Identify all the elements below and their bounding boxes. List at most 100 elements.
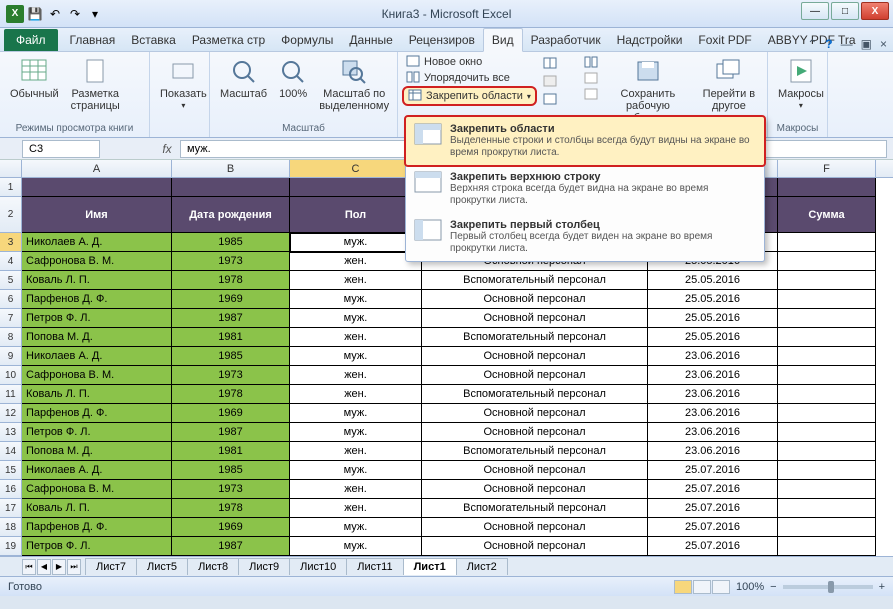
row-header[interactable]: 14 xyxy=(0,442,22,461)
sex-cell[interactable]: жен. xyxy=(290,499,422,518)
name-cell[interactable]: Сафронова В. М. xyxy=(22,252,172,271)
date-cell[interactable]: 23.06.2016 xyxy=(648,423,778,442)
file-tab[interactable]: Файл xyxy=(4,29,58,51)
tab-view[interactable]: Вид xyxy=(483,28,523,52)
name-cell[interactable]: Петров Ф. Л. xyxy=(22,309,172,328)
sync-scroll-icon[interactable] xyxy=(584,56,598,70)
dob-cell[interactable]: 1973 xyxy=(172,252,290,271)
date-cell[interactable]: 25.05.2016 xyxy=(648,290,778,309)
normal-view-icon[interactable] xyxy=(674,580,692,594)
row-header[interactable]: 18 xyxy=(0,518,22,537)
sum-cell[interactable] xyxy=(778,290,876,309)
sheet-tab[interactable]: Лист8 xyxy=(187,558,239,575)
dob-cell[interactable]: 1973 xyxy=(172,366,290,385)
hide-button[interactable] xyxy=(539,74,580,90)
sum-cell[interactable] xyxy=(778,252,876,271)
sum-cell[interactable] xyxy=(778,499,876,518)
sum-cell[interactable] xyxy=(778,537,876,556)
category-cell[interactable]: Вспомогательный персонал xyxy=(422,499,648,518)
category-cell[interactable]: Основной персонал xyxy=(422,404,648,423)
sheet-tab[interactable]: Лист1 xyxy=(403,558,457,575)
sum-cell[interactable] xyxy=(778,518,876,537)
dob-cell[interactable]: 1978 xyxy=(172,385,290,404)
row-header[interactable]: 9 xyxy=(0,347,22,366)
row-header[interactable]: 1 xyxy=(0,178,22,197)
dob-cell[interactable]: 1969 xyxy=(172,290,290,309)
page-break-view-icon[interactable] xyxy=(712,580,730,594)
sheet-nav-prev-icon[interactable]: ◀ xyxy=(37,559,51,575)
tab-addins[interactable]: Надстройки xyxy=(609,29,691,51)
tab-review[interactable]: Рецензиров xyxy=(401,29,483,51)
sum-cell[interactable] xyxy=(778,461,876,480)
row-header[interactable]: 12 xyxy=(0,404,22,423)
row-header[interactable]: 16 xyxy=(0,480,22,499)
category-cell[interactable]: Основной персонал xyxy=(422,480,648,499)
date-cell[interactable]: 23.06.2016 xyxy=(648,385,778,404)
column-header-cell[interactable]: Дата рождения xyxy=(172,197,290,233)
row-header[interactable]: 15 xyxy=(0,461,22,480)
col-header-f[interactable]: F xyxy=(778,160,876,177)
dob-cell[interactable]: 1987 xyxy=(172,309,290,328)
select-all-corner[interactable] xyxy=(0,160,22,177)
sex-cell[interactable]: жен. xyxy=(290,480,422,499)
zoom-selection-button[interactable]: Масштаб по выделенному xyxy=(313,54,395,123)
col-header-b[interactable]: B xyxy=(172,160,290,177)
split-button[interactable] xyxy=(539,56,580,72)
dob-cell[interactable]: 1987 xyxy=(172,537,290,556)
sum-cell[interactable] xyxy=(778,347,876,366)
minimize-button[interactable]: — xyxy=(801,2,829,20)
arrange-all-button[interactable]: Упорядочить все xyxy=(402,70,537,86)
row-header[interactable]: 2 xyxy=(0,197,22,233)
close-button[interactable]: X xyxy=(861,2,889,20)
tab-developer[interactable]: Разработчик xyxy=(523,29,609,51)
row-header[interactable]: 3 xyxy=(0,233,22,252)
dob-cell[interactable]: 1985 xyxy=(172,233,290,252)
doc-minimize-icon[interactable]: — xyxy=(841,37,853,51)
freeze-panes-option[interactable]: Закрепить областиВыделенные строки и сто… xyxy=(404,115,766,167)
tab-formulas[interactable]: Формулы xyxy=(273,29,341,51)
zoom-button[interactable]: Масштаб xyxy=(214,54,273,123)
name-cell[interactable]: Николаев А. Д. xyxy=(22,233,172,252)
date-cell[interactable]: 25.05.2016 xyxy=(648,271,778,290)
row-header[interactable]: 5 xyxy=(0,271,22,290)
dob-cell[interactable]: 1985 xyxy=(172,347,290,366)
name-box[interactable]: C3 xyxy=(22,140,100,158)
normal-view-button[interactable]: Обычный xyxy=(4,54,65,123)
date-cell[interactable]: 25.05.2016 xyxy=(648,328,778,347)
zoom-slider[interactable] xyxy=(783,585,873,589)
sex-cell[interactable]: жен. xyxy=(290,442,422,461)
sum-cell[interactable] xyxy=(778,233,876,252)
compare-icon[interactable] xyxy=(584,88,598,102)
column-header-cell[interactable]: Сумма xyxy=(778,197,876,233)
date-cell[interactable]: 25.07.2016 xyxy=(648,480,778,499)
sex-cell[interactable]: жен. xyxy=(290,366,422,385)
date-cell[interactable]: 23.06.2016 xyxy=(648,366,778,385)
name-cell[interactable]: Николаев А. Д. xyxy=(22,461,172,480)
sum-cell[interactable] xyxy=(778,442,876,461)
name-cell[interactable]: Попова М. Д. xyxy=(22,442,172,461)
row-header[interactable]: 8 xyxy=(0,328,22,347)
date-cell[interactable]: 25.05.2016 xyxy=(648,309,778,328)
sex-cell[interactable]: муж. xyxy=(290,404,422,423)
freeze-top-row-option[interactable]: Закрепить верхнюю строкуВерхняя строка в… xyxy=(406,165,764,213)
sex-cell[interactable]: муж. xyxy=(290,461,422,480)
row-header[interactable]: 10 xyxy=(0,366,22,385)
dob-cell[interactable]: 1981 xyxy=(172,328,290,347)
row-header[interactable]: 13 xyxy=(0,423,22,442)
tab-home[interactable]: Главная xyxy=(62,29,124,51)
sheet-nav-first-icon[interactable]: ⏮ xyxy=(22,559,36,575)
page-layout-button[interactable]: Разметка страницы xyxy=(65,54,126,123)
sum-cell[interactable] xyxy=(778,328,876,347)
category-cell[interactable]: Вспомогательный персонал xyxy=(422,385,648,404)
date-cell[interactable]: 25.07.2016 xyxy=(648,461,778,480)
help-icon[interactable]: ? xyxy=(825,37,832,51)
qat-dropdown-icon[interactable]: ▾ xyxy=(86,5,104,23)
sex-cell[interactable]: муж. xyxy=(290,233,422,252)
header-cell[interactable] xyxy=(778,178,876,197)
category-cell[interactable]: Основной персонал xyxy=(422,537,648,556)
name-cell[interactable]: Петров Ф. Л. xyxy=(22,423,172,442)
macros-button[interactable]: Макросы ▾ xyxy=(772,54,830,123)
sex-cell[interactable]: муж. xyxy=(290,290,422,309)
category-cell[interactable]: Основной персонал xyxy=(422,518,648,537)
tab-page-layout[interactable]: Разметка стр xyxy=(184,29,273,51)
